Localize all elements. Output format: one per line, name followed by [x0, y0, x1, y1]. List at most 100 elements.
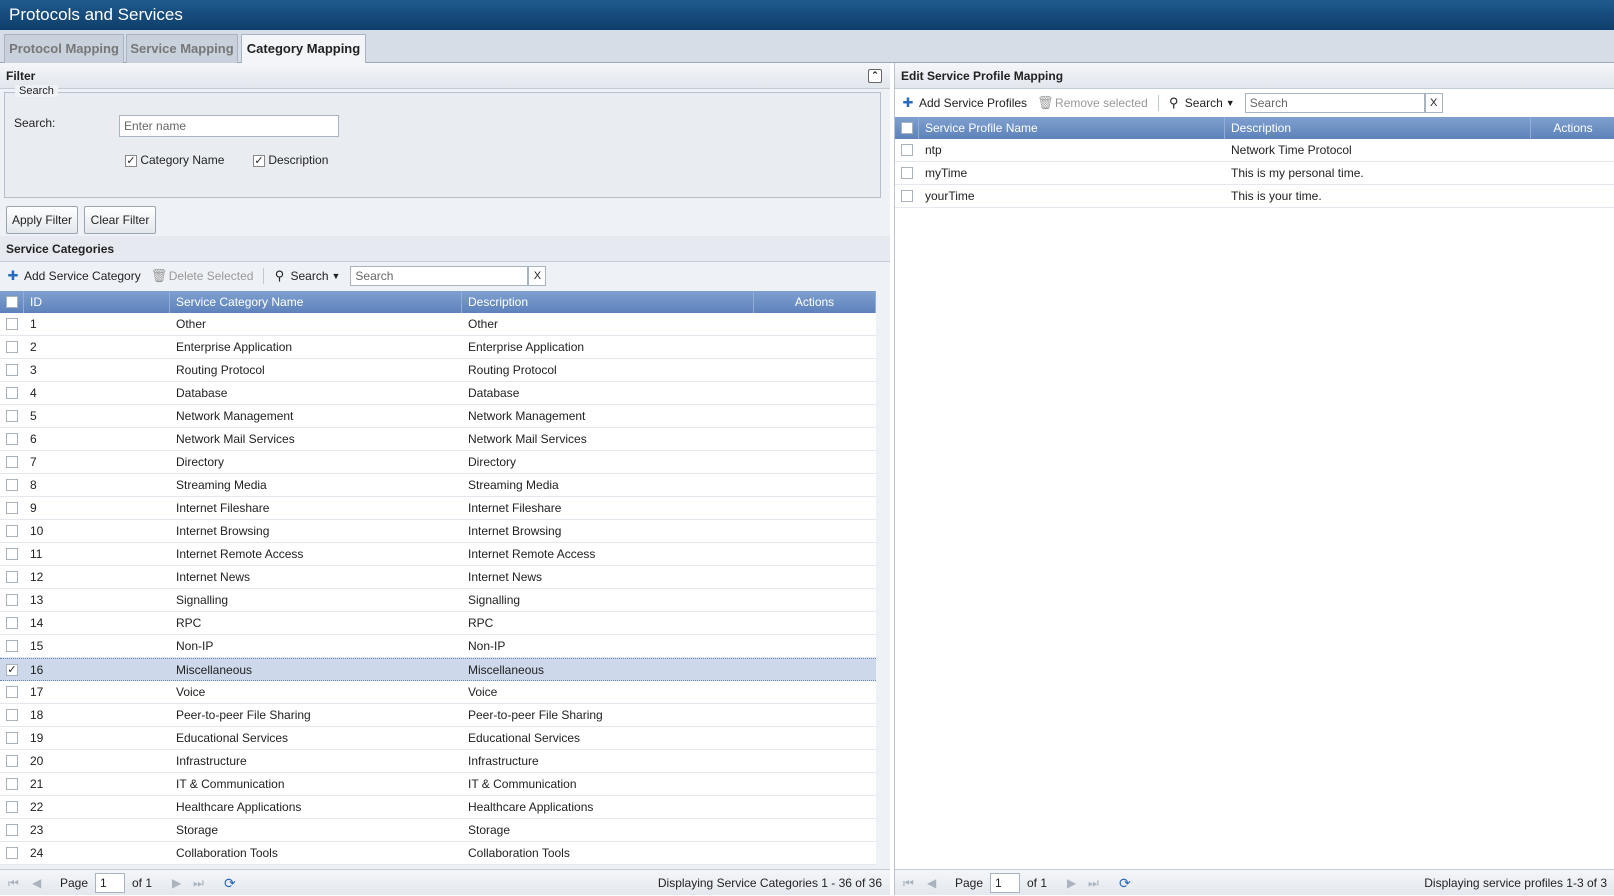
table-row[interactable]: 22 Healthcare Applications Healthcare Appl…: [0, 796, 876, 819]
table-row[interactable]: 23 Storage Storage: [0, 819, 876, 842]
row-checkbox[interactable]: [6, 571, 18, 583]
table-row[interactable]: 13 Signalling Signalling: [0, 589, 876, 612]
column-id[interactable]: ID: [24, 291, 170, 313]
table-row[interactable]: 18 Peer-to-peer File Sharing Peer-to-peer …: [0, 704, 876, 727]
row-checkbox[interactable]: [6, 617, 18, 629]
table-row[interactable]: 20 Infrastructure Infrastructure: [0, 750, 876, 773]
row-checkbox[interactable]: [901, 190, 913, 202]
row-checkbox[interactable]: [6, 801, 18, 813]
row-checkbox[interactable]: [6, 410, 18, 422]
row-checkbox[interactable]: [6, 778, 18, 790]
row-checkbox[interactable]: [6, 456, 18, 468]
search-fieldset: Search Search: ✓ Category Name ✓ Descrip…: [4, 85, 881, 198]
row-checkbox[interactable]: [6, 847, 18, 859]
prev-page-icon[interactable]: ◀: [927, 870, 936, 896]
refresh-icon[interactable]: ⟳: [1119, 870, 1131, 896]
row-checkbox[interactable]: [6, 732, 18, 744]
table-row[interactable]: 9 Internet Fileshare Internet Fileshare: [0, 497, 876, 520]
column-service-profile-name[interactable]: Service Profile Name: [919, 117, 1225, 139]
table-row[interactable]: 8 Streaming Media Streaming Media: [0, 474, 876, 497]
apply-filter-button[interactable]: Apply Filter: [6, 206, 78, 234]
profiles-toolbar: ✚ Add Service Profiles 🗑 Remove selected…: [901, 91, 1601, 115]
tab-strip: Protocol Mapping Service Mapping Categor…: [0, 30, 1614, 64]
table-row[interactable]: 5 Network Management Network Management: [0, 405, 876, 428]
tab-protocol-mapping[interactable]: Protocol Mapping: [4, 34, 124, 63]
tab-service-mapping[interactable]: Service Mapping: [126, 34, 238, 63]
description-checkbox-wrap[interactable]: ✓ Description: [253, 153, 328, 167]
table-row[interactable]: 14 RPC RPC: [0, 612, 876, 635]
row-checkbox[interactable]: [6, 709, 18, 721]
table-row[interactable]: 4 Database Database: [0, 382, 876, 405]
toolbar-divider: [1157, 95, 1159, 111]
table-row[interactable]: 10 Internet Browsing Internet Browsing: [0, 520, 876, 543]
tab-category-mapping[interactable]: Category Mapping: [241, 34, 366, 64]
add-service-category-button[interactable]: ✚ Add Service Category: [6, 268, 141, 284]
next-page-icon[interactable]: ▶: [172, 870, 181, 896]
table-row[interactable]: 6 Network Mail Services Network Mail Servi…: [0, 428, 876, 451]
row-checkbox[interactable]: [901, 144, 913, 156]
profiles-clear-search-button[interactable]: X: [1424, 93, 1443, 113]
category-name-checkbox-wrap[interactable]: ✓ Category Name: [125, 153, 224, 167]
description-checkbox[interactable]: ✓: [253, 154, 265, 167]
remove-selected-button[interactable]: 🗑 Remove selected: [1037, 95, 1148, 111]
table-row[interactable]: 2 Enterprise Application Enterprise Applic…: [0, 336, 876, 359]
profiles-select-all-checkbox[interactable]: [901, 122, 913, 134]
row-checkbox[interactable]: [901, 167, 913, 179]
column-profile-description[interactable]: Description: [1225, 117, 1531, 139]
categories-grid: ID Service Category Name Description Act…: [0, 291, 876, 867]
first-page-icon[interactable]: ⏮: [903, 870, 914, 896]
table-row[interactable]: ✓ 16 Miscellaneous Miscellaneous: [0, 658, 876, 681]
row-checkbox[interactable]: [6, 594, 18, 606]
table-row[interactable]: yourTime This is your time.: [895, 185, 1614, 208]
table-row[interactable]: 21 IT & Communication IT & Communication: [0, 773, 876, 796]
add-service-profiles-button[interactable]: ✚ Add Service Profiles: [901, 95, 1028, 111]
row-checkbox[interactable]: [6, 479, 18, 491]
row-checkbox[interactable]: ✓: [6, 664, 18, 676]
clear-search-button[interactable]: X: [528, 266, 547, 286]
first-page-icon[interactable]: ⏮: [8, 870, 19, 896]
filter-name-input[interactable]: [119, 115, 339, 137]
row-checkbox[interactable]: [6, 755, 18, 767]
row-checkbox[interactable]: [6, 364, 18, 376]
select-all-checkbox[interactable]: [6, 296, 18, 308]
column-description[interactable]: Description: [462, 291, 754, 313]
row-checkbox[interactable]: [6, 640, 18, 652]
table-row[interactable]: 24 Collaboration Tools Collaboration Tools: [0, 842, 876, 865]
refresh-icon[interactable]: ⟳: [224, 870, 236, 896]
delete-selected-button[interactable]: 🗑 Delete Selected: [151, 268, 254, 284]
categories-search-input[interactable]: [350, 266, 529, 286]
last-page-icon[interactable]: ⏭: [193, 870, 204, 896]
page-number-input[interactable]: 1: [95, 873, 125, 893]
category-name-checkbox[interactable]: ✓: [125, 154, 137, 167]
collapse-up-icon[interactable]: ⌃: [868, 69, 882, 83]
profiles-search-menu-button[interactable]: ⚲ Search ▼: [1167, 95, 1235, 111]
table-row[interactable]: 3 Routing Protocol Routing Protocol: [0, 359, 876, 382]
table-row[interactable]: ntp Network Time Protocol: [895, 139, 1614, 162]
add-service-profiles-label: Add Service Profiles: [919, 96, 1028, 110]
table-row[interactable]: 11 Internet Remote Access Internet Remote …: [0, 543, 876, 566]
clear-filter-button[interactable]: Clear Filter: [84, 206, 156, 234]
next-page-icon[interactable]: ▶: [1067, 870, 1076, 896]
profiles-page-number-input[interactable]: 1: [990, 873, 1020, 893]
row-checkbox[interactable]: [6, 502, 18, 514]
table-row[interactable]: 1 Other Other: [0, 313, 876, 336]
row-checkbox[interactable]: [6, 525, 18, 537]
row-checkbox[interactable]: [6, 387, 18, 399]
profiles-search-input[interactable]: [1244, 93, 1425, 113]
row-checkbox[interactable]: [6, 824, 18, 836]
row-checkbox[interactable]: [6, 433, 18, 445]
search-menu-button[interactable]: ⚲ Search ▼: [272, 268, 341, 284]
row-checkbox[interactable]: [6, 318, 18, 330]
column-service-category-name[interactable]: Service Category Name: [170, 291, 462, 313]
table-row[interactable]: 19 Educational Services Educational Servic…: [0, 727, 876, 750]
table-row[interactable]: 17 Voice Voice: [0, 681, 876, 704]
row-checkbox[interactable]: [6, 341, 18, 353]
table-row[interactable]: 7 Directory Directory: [0, 451, 876, 474]
table-row[interactable]: 15 Non-IP Non-IP: [0, 635, 876, 658]
row-checkbox[interactable]: [6, 548, 18, 560]
prev-page-icon[interactable]: ◀: [32, 870, 41, 896]
last-page-icon[interactable]: ⏭: [1088, 870, 1099, 896]
table-row[interactable]: 12 Internet News Internet News: [0, 566, 876, 589]
table-row[interactable]: myTime This is my personal time.: [895, 162, 1614, 185]
row-checkbox[interactable]: [6, 686, 18, 698]
